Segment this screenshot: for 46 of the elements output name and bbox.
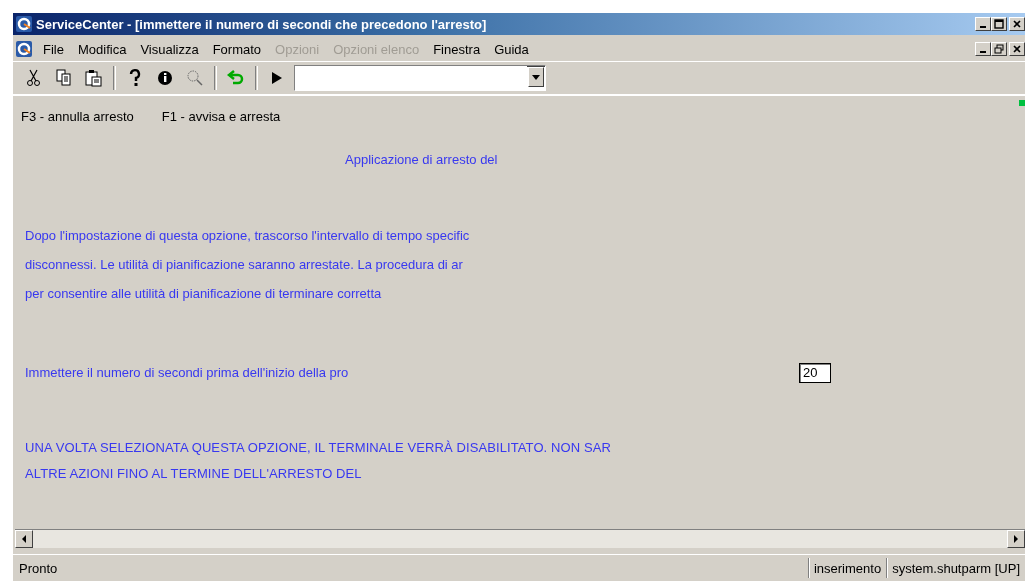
description-text: disconnessi. Le utilità di pianificazione saranno arrestate. La procedura di ar: [25, 256, 464, 274]
menu-item[interactable]: Guida: [487, 41, 536, 57]
description-text: per consentire alle utilità di pianificazione di terminare corretta: [25, 285, 383, 303]
minimize-button[interactable]: [975, 17, 991, 31]
paste-icon[interactable]: [84, 68, 104, 88]
menu-item[interactable]: Finestra: [426, 41, 488, 57]
seconds-label: Immettere il numero di secondi prima dell'inizio della pro: [25, 364, 349, 382]
function-key-label[interactable]: F1 - avvisa e arresta: [161, 108, 281, 124]
warning-text: UNA VOLTA SELEZIONATA QUESTA OPZIONE, IL TERMINALE VERRÀ DISABILITATO. NON SAR: [25, 439, 612, 457]
close-button[interactable]: [1009, 42, 1025, 56]
restore-icon: [994, 44, 1004, 54]
menu-item[interactable]: Formato: [205, 41, 269, 57]
description-text: Dopo l'impostazione di questa opzione, trascorso l'intervallo di tempo specific: [25, 227, 471, 245]
info-icon[interactable]: [155, 68, 175, 88]
scroll-left-button[interactable]: [15, 530, 33, 548]
right-arrow-icon: [1014, 535, 1018, 543]
menu-item[interactable]: File: [36, 41, 71, 57]
seconds-input-field[interactable]: 20: [799, 362, 831, 383]
status-message: Pronto: [18, 560, 59, 576]
close-button[interactable]: [1009, 17, 1025, 31]
copy-icon[interactable]: [54, 68, 74, 88]
maximize-button[interactable]: [991, 17, 1007, 31]
window-title: ServiceCenter - [immettere il numero di secondi che precedono l'arresto]: [36, 16, 487, 32]
menu-item[interactable]: Visualizza: [133, 41, 206, 57]
horizontal-scrollbar[interactable]: [15, 529, 1025, 548]
status-indicator: [1019, 100, 1025, 106]
maximize-icon: [994, 19, 1004, 29]
form-heading: Applicazione di arresto del: [345, 152, 499, 167]
dropdown-button[interactable]: [528, 67, 544, 87]
app-logo-icon: [16, 16, 32, 32]
restore-button[interactable]: [991, 42, 1007, 56]
function-key-label[interactable]: F3 - annulla arresto: [21, 108, 134, 124]
minimize-icon: [980, 51, 986, 53]
close-icon: [1012, 44, 1022, 54]
minimize-icon: [980, 26, 986, 28]
close-icon: [1012, 19, 1022, 29]
menu-item[interactable]: Modifica: [70, 41, 134, 57]
status-mode: inserimento: [807, 558, 887, 578]
status-context: system.shutparm [UP]: [886, 558, 1025, 578]
caret-icon: [532, 74, 540, 80]
app-logo-icon[interactable]: [16, 41, 32, 57]
minimize-button[interactable]: [975, 42, 991, 56]
warning-text: ALTRE AZIONI FINO AL TERMINE DELL'ARRESTO DEL: [25, 465, 363, 483]
command-combo-box[interactable]: [294, 65, 546, 91]
scroll-right-button[interactable]: [1007, 530, 1025, 548]
left-arrow-icon: [22, 535, 26, 543]
